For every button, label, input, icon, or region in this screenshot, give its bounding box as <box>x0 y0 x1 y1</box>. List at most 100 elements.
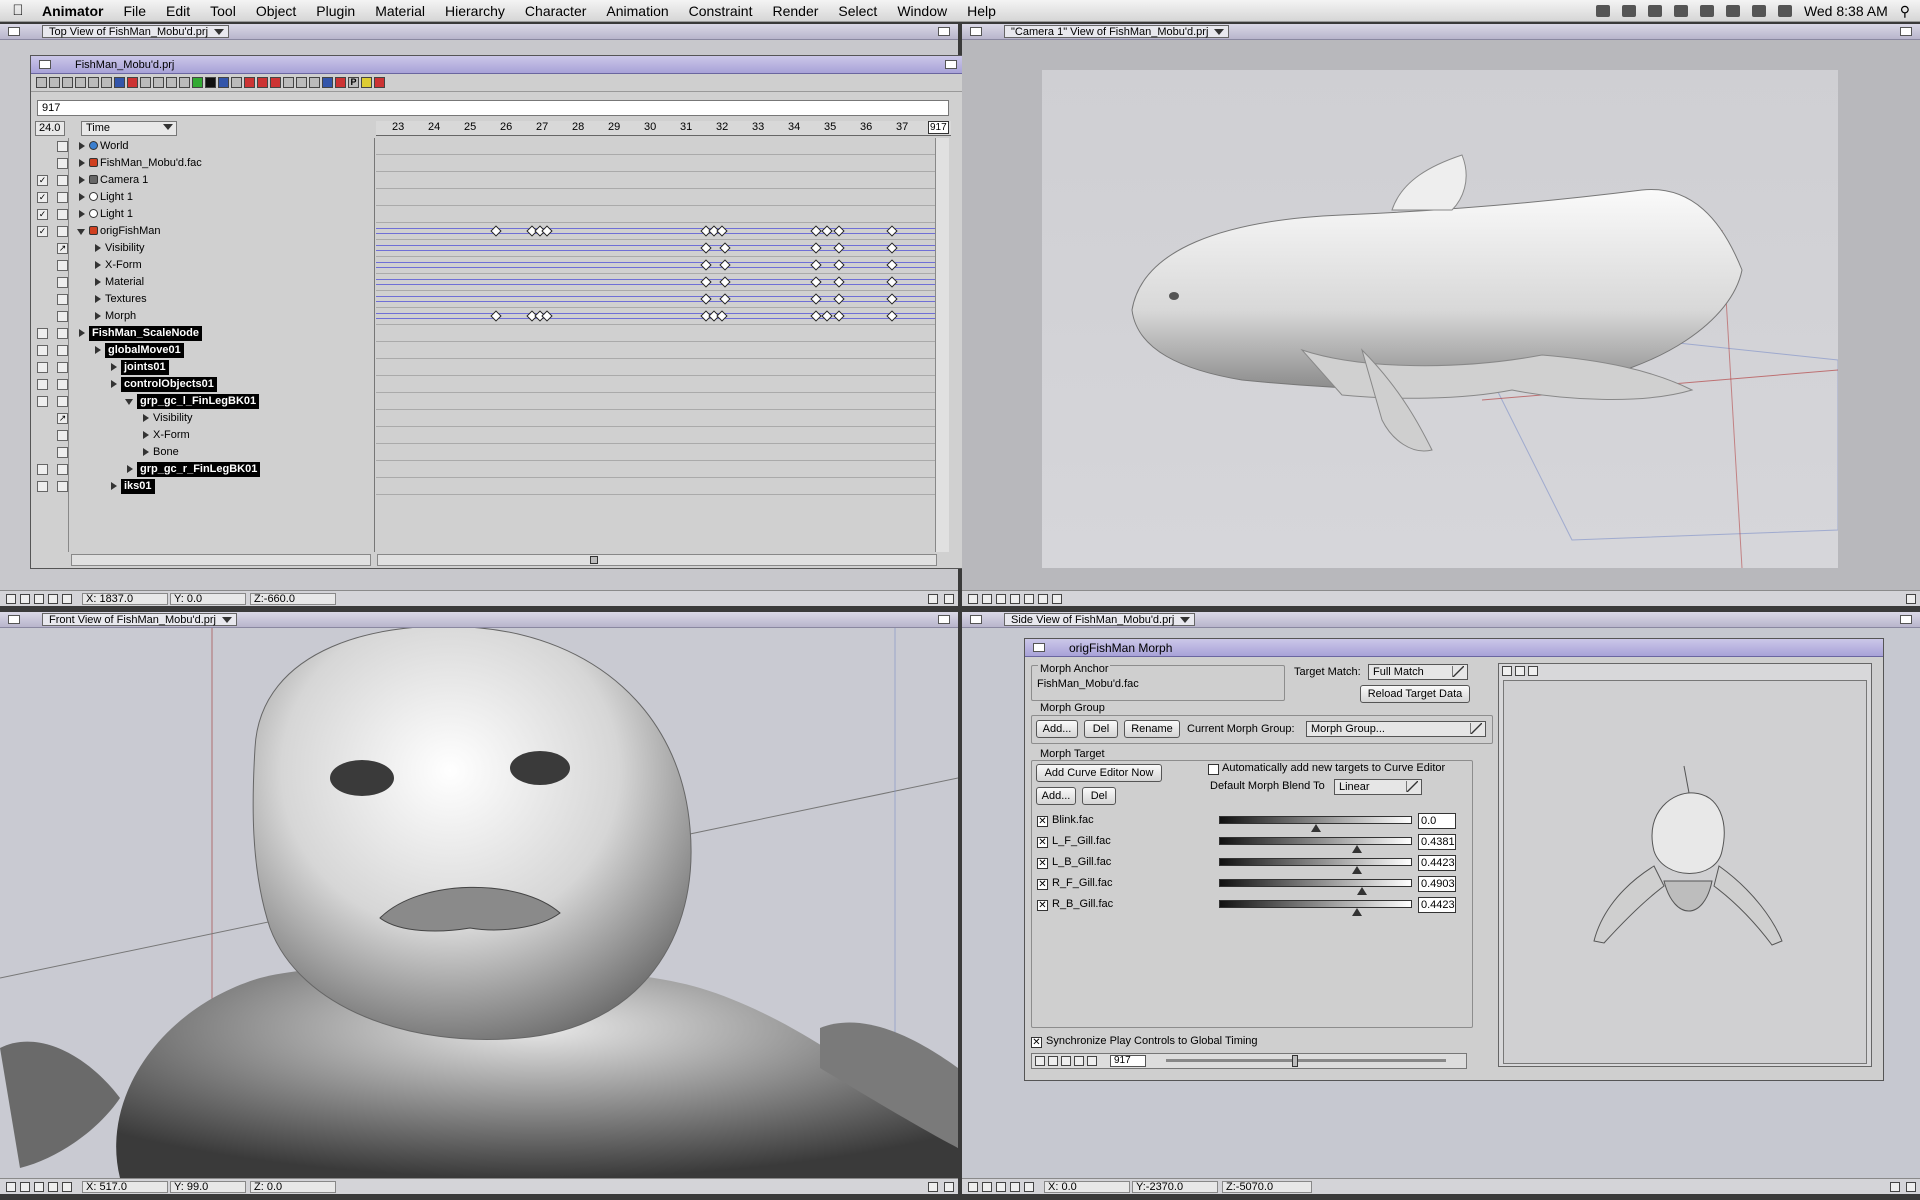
expand-triangle-icon[interactable] <box>79 142 85 150</box>
lock-icon[interactable] <box>62 77 73 88</box>
keyframe[interactable] <box>700 293 712 305</box>
hierarchy-icon[interactable] <box>36 77 47 88</box>
sphere-icon[interactable] <box>1515 666 1525 676</box>
expand-triangle-icon[interactable] <box>143 431 149 439</box>
timeline-track[interactable] <box>376 410 949 427</box>
figure-icon[interactable] <box>283 77 294 88</box>
visibility-checkbox[interactable] <box>57 362 68 373</box>
apple-menu-icon[interactable]:  <box>0 2 36 19</box>
tree-row-bone[interactable]: Bone <box>31 444 375 461</box>
target-value[interactable]: 0.4903 <box>1418 876 1456 892</box>
globe-icon[interactable] <box>192 77 203 88</box>
target-value[interactable]: 0.4381 <box>1418 834 1456 850</box>
time-icon[interactable] <box>49 77 60 88</box>
timeline-track[interactable] <box>376 155 949 172</box>
frame-icon[interactable] <box>1010 594 1020 604</box>
timeline-track[interactable] <box>376 359 949 376</box>
project-titlebar[interactable]: FishMan_Mobu'd.prj <box>31 56 965 74</box>
table-icon[interactable] <box>179 77 190 88</box>
menu-window[interactable]: Window <box>887 3 957 19</box>
grid-icon[interactable] <box>968 594 978 604</box>
visibility-checkbox[interactable] <box>57 141 68 152</box>
group-add-button[interactable]: Add... <box>1036 720 1078 738</box>
target-enable-checkbox[interactable]: ✕ <box>1037 879 1048 890</box>
front-view-title[interactable]: Front View of FishMan_Mobu'd.prj <box>42 613 237 626</box>
menu-tool[interactable]: Tool <box>200 3 246 19</box>
expand-triangle-icon[interactable] <box>127 465 133 473</box>
keyframe[interactable] <box>810 310 822 322</box>
current-group-select[interactable]: Morph Group... <box>1306 721 1486 737</box>
keyframe[interactable] <box>810 259 822 271</box>
enable-checkbox[interactable] <box>37 328 48 339</box>
menu-file[interactable]: File <box>113 3 156 19</box>
tree-row-textures[interactable]: Textures <box>31 291 375 308</box>
morph-titlebar[interactable]: origFishMan Morph <box>1025 639 1883 657</box>
enable-checkbox[interactable]: ✓ <box>37 209 48 220</box>
delete-icon[interactable] <box>374 77 385 88</box>
timeline-track-visibility[interactable] <box>376 240 949 257</box>
camera-view-titlebar[interactable]: "Camera 1" View of FishMan_Mobu'd.prj <box>962 24 1920 40</box>
volume-icon[interactable] <box>1777 5 1792 17</box>
grid-icon[interactable] <box>20 594 30 604</box>
keyframe[interactable] <box>719 293 731 305</box>
track-checkbox[interactable]: ↗ <box>57 243 68 254</box>
play-frame-field[interactable]: 917 <box>1110 1055 1146 1067</box>
tree-row-xform-2[interactable]: X-Form <box>31 427 375 444</box>
keyframe[interactable] <box>821 225 833 237</box>
track-checkbox[interactable] <box>57 430 68 441</box>
timeline-track[interactable] <box>376 172 949 189</box>
tree-row-morph[interactable]: Morph <box>31 308 375 325</box>
layers-icon[interactable] <box>1038 594 1048 604</box>
visibility-checkbox[interactable] <box>57 158 68 169</box>
keyframe[interactable] <box>886 242 898 254</box>
key-icon[interactable] <box>127 77 138 88</box>
tree-row-origfishman[interactable]: ✓ origFishMan <box>31 223 375 240</box>
refresh-icon[interactable] <box>166 77 177 88</box>
target-slider-thumb[interactable] <box>1357 887 1367 895</box>
tree-row-camera[interactable]: ✓ Camera 1 <box>31 172 375 189</box>
expand-triangle-icon[interactable] <box>111 380 117 388</box>
timeline-track[interactable] <box>376 138 949 155</box>
top-view-titlebar[interactable]: Top View of FishMan_Mobu'd.prj <box>0 24 958 40</box>
fast-forward-icon[interactable] <box>1087 1056 1097 1066</box>
enable-checkbox[interactable] <box>37 379 48 390</box>
enable-checkbox[interactable] <box>37 345 48 356</box>
close-box[interactable] <box>8 27 20 36</box>
expand-triangle-icon[interactable] <box>95 244 101 252</box>
display-icon[interactable] <box>1647 5 1662 17</box>
target-slider-thumb[interactable] <box>1352 908 1362 916</box>
auto-add-checkbox[interactable] <box>1208 764 1219 775</box>
menu-constraint[interactable]: Constraint <box>679 3 763 19</box>
light-icon[interactable] <box>361 77 372 88</box>
target-slider-thumb[interactable] <box>1311 824 1321 832</box>
visibility-checkbox[interactable] <box>57 396 68 407</box>
expand-triangle-icon[interactable] <box>143 414 149 422</box>
timeline-track-origfishman[interactable] <box>376 223 949 240</box>
spotlight-icon[interactable]: ⚲ <box>1900 3 1910 20</box>
light-icon[interactable] <box>62 594 72 604</box>
camera-view-title[interactable]: "Camera 1" View of FishMan_Mobu'd.prj <box>1004 25 1230 38</box>
camera-icon[interactable] <box>1010 1182 1020 1192</box>
enable-checkbox[interactable] <box>37 464 48 475</box>
menu-render[interactable]: Render <box>762 3 828 19</box>
time-machine-icon[interactable] <box>1673 5 1688 17</box>
joint-icon[interactable] <box>257 77 268 88</box>
safe-area-icon[interactable] <box>1024 594 1034 604</box>
expand-triangle-icon[interactable] <box>95 261 101 269</box>
tree-row-joints[interactable]: joints01 <box>31 359 375 376</box>
target-del-button[interactable]: Del <box>1082 787 1116 805</box>
tree-row-iks[interactable]: iks01 <box>31 478 375 495</box>
keyframe[interactable] <box>886 310 898 322</box>
clock[interactable]: Wed 8:38 AM <box>1804 3 1888 19</box>
timeline-horizontal-scrollbar[interactable] <box>377 554 937 566</box>
track-checkbox[interactable]: ↗ <box>57 413 68 424</box>
keyframe[interactable] <box>719 242 731 254</box>
keyframe[interactable] <box>810 225 822 237</box>
zoom-icon[interactable] <box>75 77 86 88</box>
track-checkbox[interactable] <box>57 260 68 271</box>
group-rename-button[interactable]: Rename <box>1124 720 1180 738</box>
expand-triangle-icon[interactable] <box>79 176 85 184</box>
wifi-icon[interactable] <box>1725 5 1740 17</box>
menu-material[interactable]: Material <box>365 3 435 19</box>
ik-icon[interactable] <box>270 77 281 88</box>
